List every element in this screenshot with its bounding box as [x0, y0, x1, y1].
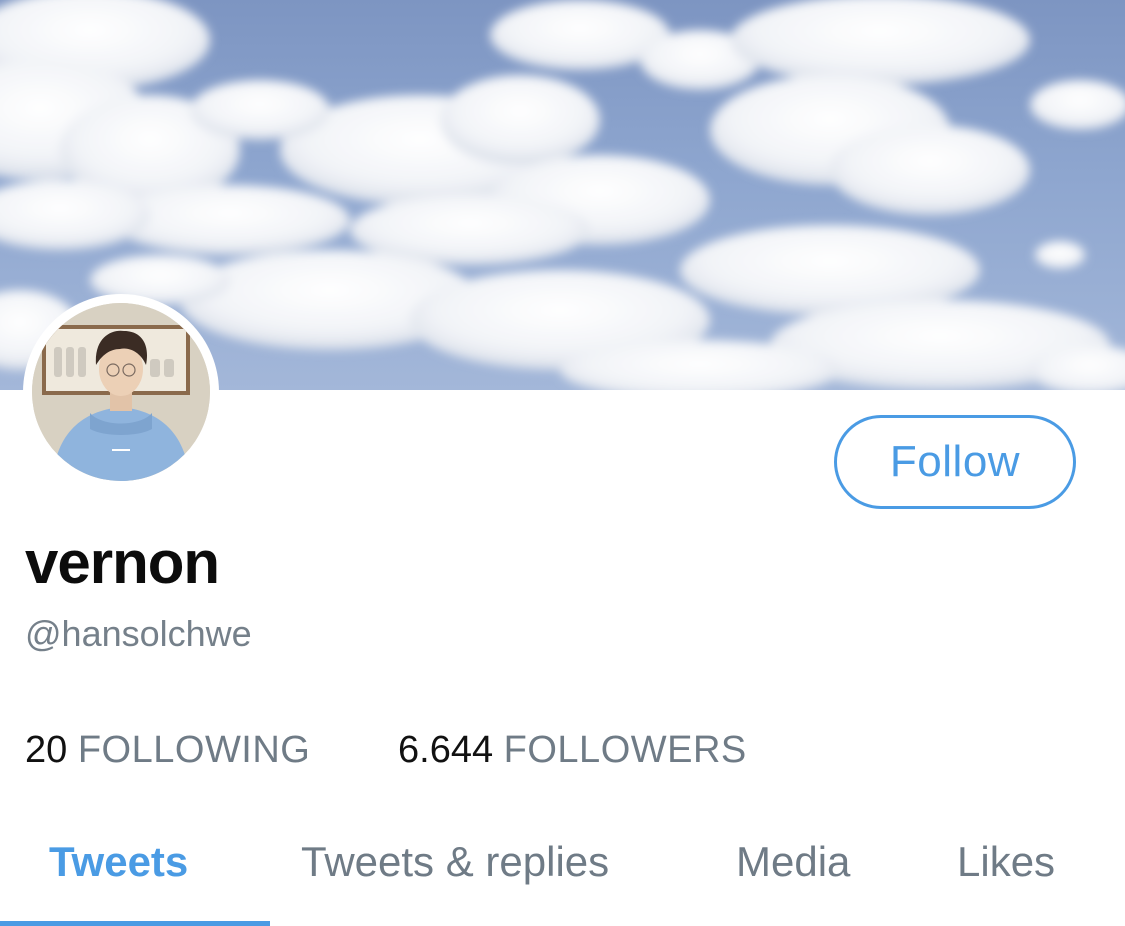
following-count: 20	[25, 729, 68, 771]
avatar-frame[interactable]	[23, 294, 219, 490]
following-label: FOLLOWING	[77, 729, 311, 771]
following-stat[interactable]: 20 FOLLOWING	[25, 726, 310, 774]
tab-tweets-and-replies[interactable]: Tweets & replies	[301, 836, 609, 888]
display-name: vernon	[25, 529, 220, 596]
followers-count: 6.644	[398, 729, 494, 771]
tab-media[interactable]: Media	[736, 836, 850, 888]
follow-button[interactable]: Follow	[834, 415, 1076, 509]
tab-likes[interactable]: Likes	[957, 836, 1055, 888]
user-handle: @hansolchwe	[25, 613, 252, 654]
profile-page: Follow vernon @hansolchwe 20 FOLLOWING 6…	[0, 0, 1125, 926]
tab-tweets[interactable]: Tweets	[49, 836, 188, 888]
followers-label: FOLLOWERS	[503, 729, 747, 771]
avatar-portrait-image	[32, 303, 210, 481]
active-tab-indicator	[0, 921, 270, 926]
profile-tabs: Tweets Tweets & replies Media Likes	[0, 826, 1125, 926]
avatar[interactable]	[32, 303, 210, 481]
followers-stat[interactable]: 6.644 FOLLOWERS	[398, 726, 747, 774]
